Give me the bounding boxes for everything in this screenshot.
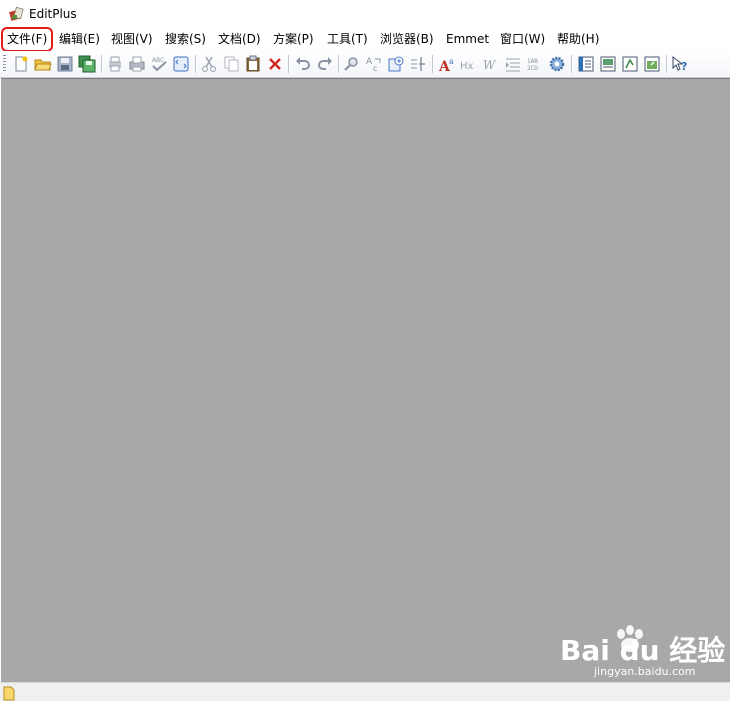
menu-document[interactable]: 文档(D) (216, 31, 263, 48)
doc-selector-icon[interactable] (577, 55, 595, 73)
browser-preview-icon[interactable] (172, 55, 190, 73)
paste-icon[interactable] (244, 55, 262, 73)
menu-browser[interactable]: 浏览器(B) (378, 31, 436, 48)
menu-bar: 文件(F) 编辑(E) 视图(V) 搜索(S) 文档(D) 方案(P) 工具(T… (0, 27, 730, 52)
save-icon[interactable] (56, 55, 74, 73)
menu-project[interactable]: 方案(P) (271, 31, 316, 48)
menu-edit[interactable]: 编辑(E) (57, 31, 102, 48)
directory-window-icon[interactable] (643, 55, 661, 73)
mdi-workspace[interactable] (1, 78, 730, 683)
menu-window[interactable]: 窗口(W) (498, 31, 547, 48)
find-icon[interactable] (343, 55, 361, 73)
column-icon[interactable]: 1AB2CD (526, 55, 544, 73)
title-bar: EditPlus (0, 0, 730, 28)
toolbar: ABC Ac Aa Hx W 1AB 2CD ? (0, 51, 730, 78)
goto-icon[interactable] (387, 55, 405, 73)
svg-text:Hx: Hx (460, 61, 474, 72)
menu-tools[interactable]: 工具(T) (325, 31, 370, 48)
window-title: EditPlus (29, 7, 77, 21)
watermark-brand: Bai du 经验 (560, 634, 725, 667)
svg-text:a: a (449, 57, 454, 66)
svg-text:ABC: ABC (152, 57, 164, 64)
indent-icon[interactable] (504, 55, 522, 73)
menu-help[interactable]: 帮助(H) (555, 31, 601, 48)
print-preview-icon[interactable] (106, 55, 124, 73)
menu-search[interactable]: 搜索(S) (163, 31, 208, 48)
cliptext-icon[interactable] (621, 55, 639, 73)
copy-icon[interactable] (222, 55, 240, 73)
watermark-url: jingyan.baidu.com (593, 665, 696, 678)
svg-text:W: W (483, 58, 497, 72)
toolbar-separator (432, 55, 433, 73)
output-window-icon[interactable] (599, 55, 617, 73)
status-bar (0, 682, 730, 701)
word-wrap-icon[interactable]: W (482, 55, 500, 73)
baidu-jingyan-watermark: Bai du 经验 jingyan.baidu.com (560, 625, 725, 678)
editplus-app-icon (9, 6, 24, 21)
hex-icon[interactable]: Hx (460, 55, 478, 73)
toolbar-separator (288, 55, 289, 73)
toolbar-separator (101, 55, 102, 73)
menu-file[interactable]: 文件(F) (0, 27, 54, 52)
toolbar-separator (666, 55, 667, 73)
spell-check-icon[interactable]: ABC (150, 55, 168, 73)
save-all-icon[interactable] (78, 55, 96, 73)
menu-emmet[interactable]: Emmet (444, 31, 491, 48)
svg-text:c: c (373, 64, 377, 73)
toolbar-separator (195, 55, 196, 73)
menu-view[interactable]: 视图(V) (109, 31, 155, 48)
toolbar-separator (571, 55, 572, 73)
delete-icon[interactable] (266, 55, 284, 73)
replace-icon[interactable]: Ac (365, 55, 383, 73)
document-icon (3, 686, 15, 701)
svg-text:A: A (366, 57, 373, 67)
svg-text:?: ? (681, 60, 687, 73)
settings-icon[interactable] (548, 55, 566, 73)
undo-icon[interactable] (294, 55, 312, 73)
cut-icon[interactable] (200, 55, 218, 73)
print-icon[interactable] (128, 55, 146, 73)
line-number-icon[interactable] (409, 55, 427, 73)
help-icon[interactable]: ? (671, 55, 689, 73)
redo-icon[interactable] (316, 55, 334, 73)
font-icon[interactable]: Aa (438, 55, 456, 73)
new-file-icon[interactable] (12, 55, 30, 73)
svg-text:1AB: 1AB (527, 58, 538, 65)
toolbar-grip[interactable] (3, 55, 6, 73)
toolbar-separator (338, 55, 339, 73)
svg-text:2CD: 2CD (527, 65, 538, 72)
open-folder-icon[interactable] (34, 55, 52, 73)
